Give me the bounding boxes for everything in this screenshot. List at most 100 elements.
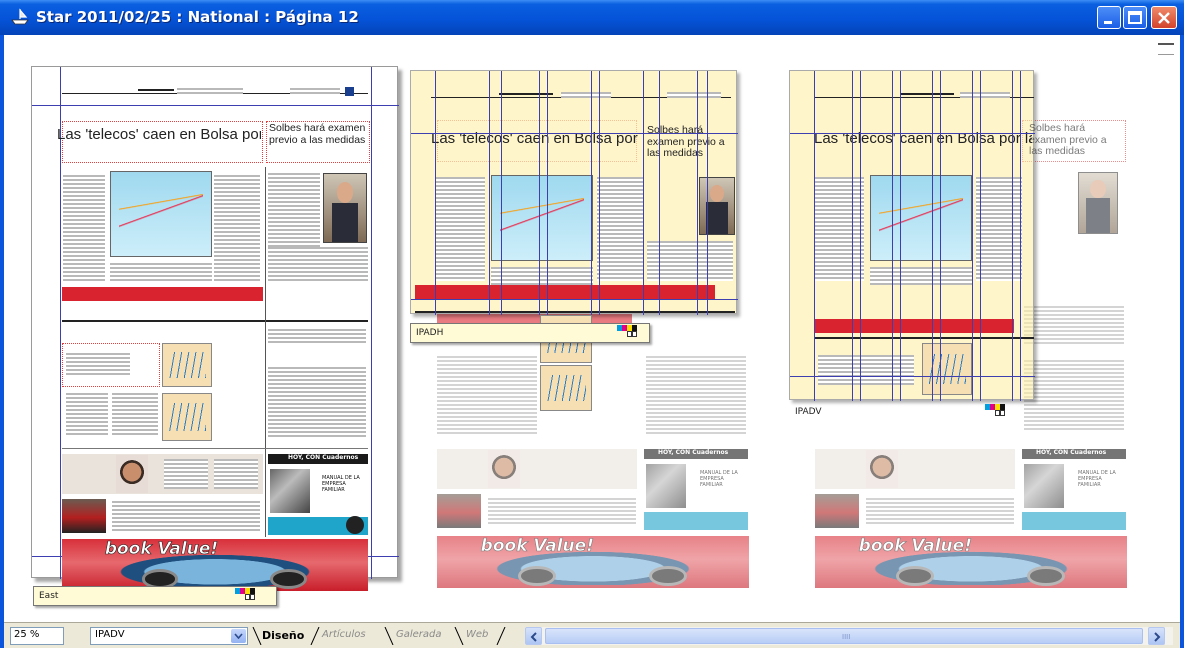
guide-line[interactable] bbox=[932, 71, 933, 401]
small-chart[interactable] bbox=[922, 343, 972, 395]
tab-articulos[interactable]: Artículos bbox=[322, 625, 366, 645]
guide-line[interactable] bbox=[32, 105, 399, 106]
face-photo[interactable] bbox=[866, 450, 898, 488]
face-photo[interactable] bbox=[116, 455, 148, 493]
layout-canvas[interactable]: Las 'telecos' caen en Bolsa por la rebaj… bbox=[4, 35, 1180, 622]
guide-line[interactable] bbox=[599, 71, 600, 315]
vertical-ruler-stub[interactable] bbox=[1158, 43, 1174, 55]
tab-web[interactable]: Web bbox=[466, 625, 488, 645]
guide-line[interactable] bbox=[1012, 71, 1013, 401]
chevron-down-icon bbox=[234, 633, 243, 639]
stock-chart-image[interactable] bbox=[870, 175, 972, 261]
books-image[interactable] bbox=[270, 469, 310, 513]
guide-line[interactable] bbox=[972, 71, 973, 401]
guide-line[interactable] bbox=[591, 71, 592, 315]
main-headline: Las 'telecos' caen en Bolsa por la rebaj… bbox=[57, 127, 261, 143]
guide-line[interactable] bbox=[980, 71, 981, 401]
minimize-icon bbox=[1104, 21, 1112, 24]
tab-separator bbox=[310, 627, 320, 645]
ipadh-region[interactable]: Las 'telecos' caen en Bolsa por la rebaj… bbox=[410, 70, 738, 315]
guide-line[interactable] bbox=[852, 71, 853, 401]
guide-line[interactable] bbox=[547, 71, 548, 315]
guide-line[interactable] bbox=[501, 71, 502, 315]
scroll-left-button[interactable] bbox=[525, 627, 542, 645]
car-advert[interactable]: book Value! bbox=[815, 536, 1127, 588]
guide-line[interactable] bbox=[435, 71, 436, 315]
guide-line[interactable] bbox=[659, 71, 660, 315]
text-block bbox=[1024, 306, 1124, 346]
close-icon bbox=[1158, 12, 1170, 24]
portrait-photo[interactable] bbox=[1078, 172, 1118, 234]
guide-line[interactable] bbox=[371, 67, 372, 579]
cmyk-swatch-icon bbox=[617, 325, 637, 337]
promo-title: HOY, CON Cuadernos bbox=[658, 449, 729, 456]
portrait-photo[interactable] bbox=[699, 177, 735, 235]
promo-title: HOY, CON Cuadernos bbox=[288, 454, 359, 461]
books-image[interactable] bbox=[1024, 464, 1064, 508]
masthead-logo bbox=[345, 87, 354, 96]
guide-line[interactable] bbox=[489, 71, 490, 315]
small-chart[interactable] bbox=[162, 343, 212, 387]
tab-galerada[interactable]: Galerada bbox=[396, 625, 442, 645]
guide-line[interactable] bbox=[697, 71, 698, 315]
layout-select[interactable]: IPADV bbox=[90, 627, 248, 645]
car-thumbnail[interactable] bbox=[815, 494, 859, 528]
page-east[interactable]: Las 'telecos' caen en Bolsa por la rebaj… bbox=[31, 66, 399, 591]
tab-separator bbox=[454, 627, 464, 645]
text-column bbox=[66, 393, 108, 437]
books-image[interactable] bbox=[646, 464, 686, 508]
car-advert[interactable]: book Value! bbox=[437, 536, 749, 588]
car-advert[interactable]: book Value! bbox=[62, 539, 368, 591]
guide-line[interactable] bbox=[790, 376, 1035, 377]
guide-line[interactable] bbox=[860, 71, 861, 401]
car-thumbnail[interactable] bbox=[62, 499, 106, 533]
status-bar: 25 % IPADV Diseño Artículos Galerada Web… bbox=[4, 622, 1180, 648]
ipadv-region[interactable]: Las 'telecos' caen en Bolsa por la rebaj… bbox=[789, 70, 1035, 401]
dropdown-button[interactable] bbox=[231, 629, 246, 643]
tab-diseno[interactable]: Diseño bbox=[262, 625, 304, 645]
stock-chart-image[interactable] bbox=[491, 175, 593, 261]
scroll-right-button[interactable] bbox=[1148, 627, 1165, 645]
guide-line[interactable] bbox=[643, 71, 644, 315]
stock-chart-image[interactable] bbox=[110, 171, 212, 257]
face-photo[interactable] bbox=[488, 450, 520, 488]
layout-select-value: IPADV bbox=[95, 629, 125, 640]
guide-line[interactable] bbox=[60, 67, 61, 579]
layout-tag-label: IPADV bbox=[795, 407, 822, 417]
wheel-graphic bbox=[649, 566, 687, 586]
promo-footer bbox=[1022, 512, 1126, 530]
guide-line[interactable] bbox=[814, 71, 815, 401]
zoom-input[interactable]: 25 % bbox=[10, 627, 64, 645]
section-rule bbox=[415, 311, 735, 313]
masthead-bar bbox=[900, 93, 954, 95]
red-band bbox=[415, 285, 715, 299]
ship-icon bbox=[11, 8, 29, 25]
guide-line[interactable] bbox=[539, 71, 540, 315]
guide-line[interactable] bbox=[707, 71, 708, 315]
guide-line[interactable] bbox=[790, 133, 1035, 134]
side-headline: Solbes hará examen previo a las medidas bbox=[647, 124, 725, 160]
ad-slogan: book Value! bbox=[104, 539, 219, 559]
car-thumbnail[interactable] bbox=[437, 494, 481, 528]
minimize-button[interactable] bbox=[1097, 6, 1121, 29]
masthead-bar bbox=[138, 89, 174, 91]
guide-line[interactable] bbox=[940, 71, 941, 401]
guide-line[interactable] bbox=[892, 71, 893, 401]
side-headline: Solbes hará examen previo a las medidas bbox=[269, 122, 366, 146]
red-band bbox=[814, 319, 1014, 333]
maximize-button[interactable] bbox=[1123, 6, 1147, 29]
guide-line[interactable] bbox=[411, 133, 738, 134]
scroll-thumb[interactable]: IIII bbox=[545, 628, 1143, 644]
portrait-photo[interactable] bbox=[323, 173, 367, 243]
small-chart[interactable] bbox=[162, 393, 212, 441]
guide-line[interactable] bbox=[1020, 71, 1021, 401]
guide-line[interactable] bbox=[411, 299, 738, 300]
small-chart[interactable] bbox=[540, 365, 592, 411]
layout-tag-ipadh[interactable]: IPADH bbox=[410, 323, 650, 343]
horizontal-scrollbar[interactable]: IIII bbox=[525, 627, 1173, 645]
window-titlebar[interactable]: Star 2011/02/25 : National : Página 12 bbox=[0, 0, 1184, 35]
maximize-icon bbox=[1128, 11, 1142, 24]
close-button[interactable] bbox=[1151, 6, 1177, 29]
text-column bbox=[63, 175, 105, 283]
guide-line[interactable] bbox=[900, 71, 901, 401]
